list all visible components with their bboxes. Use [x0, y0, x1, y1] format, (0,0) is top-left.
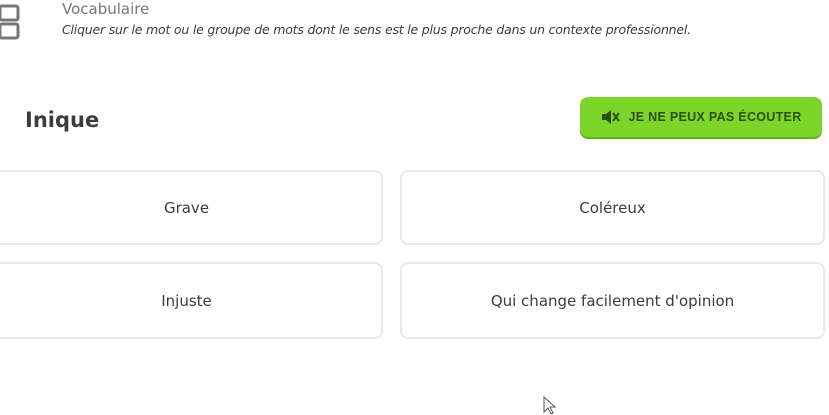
option-injuste[interactable]: Injuste	[0, 262, 383, 339]
question-word: Inique	[25, 108, 100, 132]
chart-icon	[0, 4, 20, 40]
option-label: Qui change facilement d'opinion	[490, 291, 735, 310]
option-label: Injuste	[161, 291, 212, 310]
cant-listen-button[interactable]: Je ne peux pas écouter	[580, 97, 822, 137]
option-grave[interactable]: Grave	[0, 170, 383, 245]
section-title: Vocabulaire	[62, 0, 150, 18]
mouse-cursor-icon	[543, 396, 557, 415]
option-qui-change[interactable]: Qui change facilement d'opinion	[400, 262, 825, 339]
option-colereux[interactable]: Coléreux	[400, 170, 825, 245]
option-label: Grave	[163, 198, 210, 217]
cant-listen-label: Je ne peux pas écouter	[628, 110, 802, 124]
option-label: Coléreux	[579, 198, 646, 217]
muted-speaker-icon	[602, 110, 621, 124]
instruction-text: Cliquer sur le mot ou le groupe de mots …	[62, 22, 691, 37]
